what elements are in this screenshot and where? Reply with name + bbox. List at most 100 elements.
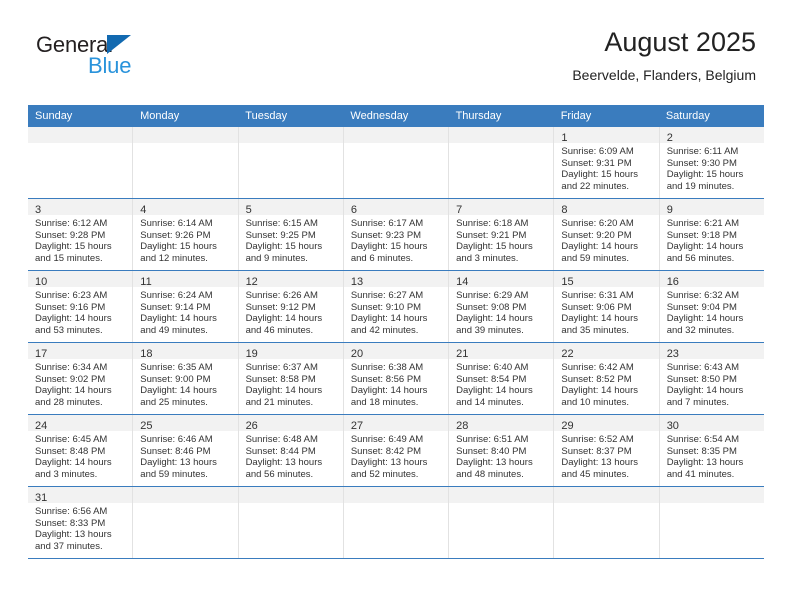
calendar-day-cell[interactable]: 1 Sunrise: 6:09 AM Sunset: 9:31 PM Daylight…: [554, 127, 660, 198]
calendar-cell-empty: [449, 487, 555, 558]
calendar-day-cell[interactable]: 16 Sunrise: 6:32 AM Sunset: 9:04 PM Dayligh…: [659, 271, 764, 342]
daylight-line-cont: and 49 minutes.: [140, 324, 208, 336]
sun-info-block: Sunrise: 6:56 AM Sunset: 8:33 PM Daylight:…: [28, 503, 132, 552]
calendar-day-cell[interactable]: 5 Sunrise: 6:15 AM Sunset: 9:25 PM Daylight…: [238, 199, 344, 270]
day-number: 19: [245, 348, 258, 360]
sun-info-block: Sunrise: 6:49 AM Sunset: 8:42 PM Daylight:…: [344, 431, 448, 480]
calendar-day-cell[interactable]: 23 Sunrise: 6:43 AM Sunset: 8:50 PM Dayligh…: [659, 343, 764, 414]
sun-info-block: Sunrise: 6:26 AM Sunset: 9:12 PM Daylight:…: [239, 287, 343, 336]
sun-info-block: Sunrise: 6:54 AM Sunset: 8:35 PM Daylight:…: [660, 431, 764, 480]
daylight-line-cont: and 19 minutes.: [666, 180, 735, 192]
sun-info-block: Sunrise: 6:46 AM Sunset: 8:46 PM Daylight:…: [133, 431, 237, 480]
day-number-band: 23: [659, 343, 764, 360]
calendar-day-cell[interactable]: 30 Sunrise: 6:54 AM Sunset: 8:35 PM Dayligh…: [659, 415, 764, 486]
sunset-line: Sunset: 9:31 PM: [561, 157, 632, 169]
day-number-band: 31: [28, 487, 133, 504]
sunrise-line: Sunrise: 6:31 AM: [561, 290, 634, 301]
daylight-line-cont: and 25 minutes.: [140, 396, 208, 408]
sun-info-block: Sunrise: 6:14 AM Sunset: 9:26 PM Daylight:…: [133, 215, 237, 264]
calendar-day-cell[interactable]: 6 Sunrise: 6:17 AM Sunset: 9:23 PM Daylight…: [343, 199, 450, 270]
general-blue-logo: General Blue: [36, 32, 226, 88]
sunrise-line: Sunrise: 6:09 AM: [561, 146, 634, 157]
sun-info-block: [133, 503, 237, 506]
sunset-line: Sunset: 8:56 PM: [350, 373, 422, 385]
calendar-day-cell[interactable]: 11 Sunrise: 6:24 AM Sunset: 9:14 PM Dayligh…: [133, 271, 239, 342]
calendar-day-cell[interactable]: 7 Sunrise: 6:18 AM Sunset: 9:21 PM Daylight…: [449, 199, 555, 270]
daylight-line-cont: and 3 minutes.: [35, 468, 98, 480]
day-number-band: 14: [449, 271, 554, 288]
weekday-header-saturday: Saturday: [665, 110, 710, 122]
sunrise-line: Sunrise: 6:23 AM: [35, 290, 108, 301]
calendar-day-cell[interactable]: 27 Sunrise: 6:49 AM Sunset: 8:42 PM Dayligh…: [343, 415, 450, 486]
calendar-cell-empty: [238, 487, 344, 558]
day-number-band: 20: [343, 343, 449, 360]
sun-info-block: Sunrise: 6:37 AM Sunset: 8:58 PM Daylight:…: [239, 359, 343, 408]
calendar-day-cell[interactable]: 10 Sunrise: 6:23 AM Sunset: 9:16 PM Dayligh…: [28, 271, 134, 342]
calendar-cell-empty: [28, 127, 134, 198]
calendar-day-cell[interactable]: 2 Sunrise: 6:11 AM Sunset: 9:30 PM Daylight…: [659, 127, 764, 198]
daylight-line: Daylight: 14 hours: [35, 385, 112, 397]
calendar-day-cell[interactable]: 31 Sunrise: 6:56 AM Sunset: 8:33 PM Dayligh…: [28, 487, 134, 558]
calendar-day-cell[interactable]: 12 Sunrise: 6:26 AM Sunset: 9:12 PM Dayligh…: [238, 271, 344, 342]
sunset-line: Sunset: 9:28 PM: [35, 229, 106, 241]
calendar-day-cell[interactable]: 19 Sunrise: 6:37 AM Sunset: 8:58 PM Dayligh…: [238, 343, 344, 414]
daylight-line: Daylight: 14 hours: [666, 385, 744, 397]
sunset-line: Sunset: 9:21 PM: [456, 229, 527, 241]
day-number-band: 18: [133, 343, 238, 360]
calendar-day-cell[interactable]: 26 Sunrise: 6:48 AM Sunset: 8:44 PM Dayligh…: [238, 415, 344, 486]
calendar-day-cell[interactable]: 17 Sunrise: 6:34 AM Sunset: 9:02 PM Dayligh…: [28, 343, 134, 414]
weekday-header-friday: Friday: [560, 110, 592, 122]
day-number: 23: [666, 348, 679, 360]
sunrise-line: Sunrise: 6:24 AM: [140, 290, 213, 301]
calendar-day-cell[interactable]: 13 Sunrise: 6:27 AM Sunset: 9:10 PM Dayligh…: [343, 271, 450, 342]
day-number-band: 1: [554, 127, 659, 144]
day-number-band: 10: [28, 271, 133, 288]
sunset-line: Sunset: 9:25 PM: [245, 229, 316, 241]
daylight-line: Daylight: 14 hours: [140, 385, 217, 397]
daylight-line: Daylight: 15 hours: [35, 241, 112, 253]
day-number: 11: [140, 276, 152, 288]
calendar-day-cell[interactable]: 24 Sunrise: 6:45 AM Sunset: 8:48 PM Dayligh…: [28, 415, 134, 486]
day-number-band: 13: [343, 271, 449, 288]
calendar-day-cell[interactable]: 3 Sunrise: 6:12 AM Sunset: 9:28 PM Daylight…: [28, 199, 134, 270]
calendar-day-cell[interactable]: 9 Sunrise: 6:21 AM Sunset: 9:18 PM Daylight…: [659, 199, 764, 270]
daylight-line: Daylight: 13 hours: [140, 457, 217, 469]
daylight-line-cont: and 7 minutes.: [666, 396, 730, 408]
calendar-day-cell[interactable]: 4 Sunrise: 6:14 AM Sunset: 9:26 PM Daylight…: [133, 199, 239, 270]
calendar-page: General Blue August 2025 Beervelde, Flan…: [0, 0, 792, 612]
sunset-line: Sunset: 8:44 PM: [245, 445, 316, 457]
day-number-band: 3: [28, 199, 133, 216]
calendar-day-cell[interactable]: 8 Sunrise: 6:20 AM Sunset: 9:20 PM Daylight…: [554, 199, 660, 270]
daylight-line-cont: and 42 minutes.: [350, 324, 419, 336]
daylight-line: Daylight: 14 hours: [140, 313, 217, 325]
sunrise-line: Sunrise: 6:54 AM: [666, 434, 740, 445]
day-number-band: 27: [343, 415, 449, 432]
sun-info-block: Sunrise: 6:18 AM Sunset: 9:21 PM Daylight:…: [449, 215, 553, 264]
calendar-day-cell[interactable]: 18 Sunrise: 6:35 AM Sunset: 9:00 PM Dayligh…: [133, 343, 239, 414]
daylight-line: Daylight: 13 hours: [35, 529, 112, 541]
calendar-day-cell[interactable]: 15 Sunrise: 6:31 AM Sunset: 9:06 PM Dayligh…: [554, 271, 660, 342]
sun-info-block: Sunrise: 6:38 AM Sunset: 8:56 PM Daylight:…: [344, 359, 448, 408]
sun-info-block: Sunrise: 6:31 AM Sunset: 9:06 PM Daylight:…: [554, 287, 658, 336]
sunrise-line: Sunrise: 6:32 AM: [666, 290, 740, 301]
day-number: 18: [140, 348, 153, 360]
calendar-day-cell[interactable]: 20 Sunrise: 6:38 AM Sunset: 8:56 PM Dayligh…: [343, 343, 450, 414]
daylight-line: Daylight: 15 hours: [561, 169, 638, 181]
calendar-day-cell[interactable]: 28 Sunrise: 6:51 AM Sunset: 8:40 PM Dayligh…: [449, 415, 555, 486]
calendar-day-cell[interactable]: 14 Sunrise: 6:29 AM Sunset: 9:08 PM Dayligh…: [449, 271, 555, 342]
sun-info-block: Sunrise: 6:32 AM Sunset: 9:04 PM Daylight:…: [660, 287, 764, 336]
calendar-day-cell[interactable]: 25 Sunrise: 6:46 AM Sunset: 8:46 PM Dayligh…: [133, 415, 239, 486]
calendar-day-cell[interactable]: 21 Sunrise: 6:40 AM Sunset: 8:54 PM Dayligh…: [449, 343, 555, 414]
calendar-week-row: 24 Sunrise: 6:45 AM Sunset: 8:48 PM Dayligh…: [28, 414, 764, 486]
daylight-line: Daylight: 14 hours: [245, 385, 323, 397]
calendar-week-row: 1 Sunrise: 6:09 AM Sunset: 9:31 PM Daylight…: [28, 127, 764, 198]
sunrise-line: Sunrise: 6:15 AM: [245, 218, 318, 229]
sun-info-block: [554, 503, 658, 506]
day-number-band: [449, 127, 554, 143]
calendar-day-cell[interactable]: 22 Sunrise: 6:42 AM Sunset: 8:52 PM Dayligh…: [554, 343, 660, 414]
daylight-line-cont: and 39 minutes.: [456, 324, 524, 336]
calendar-week-row: 17 Sunrise: 6:34 AM Sunset: 9:02 PM Dayligh…: [28, 342, 764, 414]
daylight-line-cont: and 48 minutes.: [456, 468, 524, 480]
calendar-cell-empty: [238, 127, 344, 198]
calendar-day-cell[interactable]: 29 Sunrise: 6:52 AM Sunset: 8:37 PM Dayligh…: [554, 415, 660, 486]
